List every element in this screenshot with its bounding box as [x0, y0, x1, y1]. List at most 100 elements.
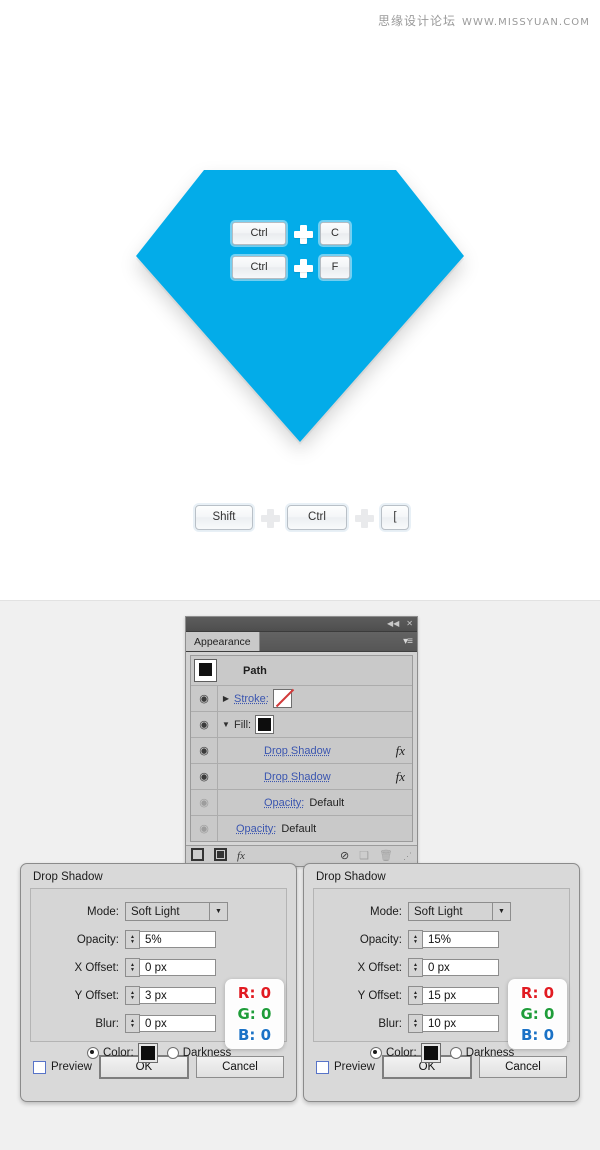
y-offset-stepper[interactable]: ▲ ▼ — [125, 986, 140, 1005]
color-radio[interactable] — [370, 1047, 382, 1059]
fill-label[interactable]: Fill: — [234, 719, 251, 731]
key-ctrl[interactable]: Ctrl — [287, 505, 347, 530]
appearance-row-drop-shadow-2[interactable]: ◉ Drop Shadow fx — [191, 764, 412, 790]
preview-checkbox[interactable] — [33, 1060, 46, 1074]
shadow-color-swatch[interactable] — [137, 1043, 158, 1063]
fx-icon[interactable]: fx — [396, 743, 412, 759]
collapse-triangle-icon[interactable]: ▼ — [218, 720, 234, 729]
appearance-row-opacity-1[interactable]: ◉ Opacity: Default — [191, 790, 412, 816]
drop-shadow-label[interactable]: Drop Shadow — [264, 745, 331, 757]
mode-select[interactable]: Soft Light ▼ — [125, 902, 228, 921]
plus-icon — [293, 258, 313, 278]
rgb-callout: R: 0 G: 0 B: 0 — [508, 979, 567, 1049]
opacity-label[interactable]: Opacity: — [236, 823, 276, 835]
watermark-url: WWW.MISSYUAN.COM — [462, 17, 590, 28]
visibility-eye-icon[interactable]: ◉ — [191, 816, 218, 841]
appearance-row-opacity-2[interactable]: ◉ Opacity: Default — [191, 816, 412, 841]
tab-appearance[interactable]: Appearance — [186, 632, 260, 651]
mode-label: Mode: — [87, 905, 119, 918]
shadow-color-swatch[interactable] — [420, 1043, 441, 1063]
diamond-svg — [136, 170, 464, 442]
chevron-down-icon[interactable]: ▼ — [492, 902, 511, 921]
rgb-callout: R: 0 G: 0 B: 0 — [225, 979, 284, 1049]
plus-icon — [293, 224, 313, 244]
mode-select[interactable]: Soft Light ▼ — [408, 902, 511, 921]
new-stroke-icon[interactable] — [191, 848, 204, 864]
color-radio[interactable] — [87, 1047, 99, 1059]
opacity-stepper[interactable]: ▲ ▼ — [125, 930, 140, 949]
key-bracket-left[interactable]: [ — [381, 505, 409, 530]
appearance-panel: ◀◀ ✕ Appearance ▾≡ Path ◉ ▶ Stroke: ◉ ▼ … — [185, 616, 418, 867]
path-label: Path — [243, 664, 267, 677]
mode-value: Soft Light — [414, 905, 463, 918]
opacity-value: Default — [281, 822, 317, 835]
panel-body: Path ◉ ▶ Stroke: ◉ ▼ Fill: ◉ Drop Shadow… — [186, 652, 417, 842]
collapse-icon[interactable]: ◀◀ — [387, 620, 399, 628]
key-f[interactable]: F — [320, 256, 350, 279]
fill-swatch-black-icon[interactable] — [255, 715, 275, 734]
rgb-green-value: G: 0 — [520, 1004, 556, 1024]
blur-input[interactable]: 10 px — [423, 1015, 499, 1032]
resize-grip-icon[interactable]: ⋰ — [403, 851, 412, 862]
x-offset-input[interactable]: 0 px — [423, 959, 499, 976]
delete-item-icon[interactable]: 🗑 — [379, 850, 393, 862]
darkness-radio[interactable] — [166, 1047, 179, 1059]
appearance-row-stroke[interactable]: ◉ ▶ Stroke: — [191, 686, 412, 712]
visibility-eye-icon[interactable]: ◉ — [191, 764, 218, 789]
expand-triangle-icon[interactable]: ▶ — [218, 694, 234, 703]
blur-stepper[interactable]: ▲ ▼ — [125, 1014, 140, 1033]
panel-menu-icon[interactable]: ▾≡ — [403, 636, 413, 647]
darkness-label: Darkness — [465, 1047, 515, 1059]
x-offset-label: X Offset: — [74, 961, 119, 974]
x-offset-label: X Offset: — [357, 961, 402, 974]
illustration-canvas: 思缘设计论坛 WWW.MISSYUAN.COM Ctrl C Ctrl F Shi… — [0, 0, 600, 601]
form-row-opacity: Opacity: ▲ ▼ 15% — [314, 930, 569, 949]
watermark-cn: 思缘设计论坛 — [378, 14, 457, 28]
key-c[interactable]: C — [320, 222, 350, 245]
visibility-eye-icon[interactable]: ◉ — [191, 686, 218, 711]
close-icon[interactable]: ✕ — [406, 620, 413, 628]
fx-icon[interactable]: fx — [396, 769, 412, 785]
new-fill-icon[interactable] — [214, 848, 227, 864]
diamond-shape — [128, 160, 472, 450]
y-offset-input[interactable]: 3 px — [140, 987, 216, 1004]
y-offset-stepper[interactable]: ▲ ▼ — [408, 986, 423, 1005]
visibility-eye-icon[interactable]: ◉ — [191, 738, 218, 763]
blur-stepper[interactable]: ▲ ▼ — [408, 1014, 423, 1033]
x-offset-stepper[interactable]: ▲ ▼ — [408, 958, 423, 977]
visibility-eye-icon[interactable]: ◉ — [191, 790, 218, 815]
diamond-illustration: Ctrl C Ctrl F — [128, 160, 472, 450]
form-row-mode: Mode: Soft Light ▼ — [31, 902, 286, 921]
mode-label: Mode: — [370, 905, 402, 918]
appearance-row-fill[interactable]: ◉ ▼ Fill: — [191, 712, 412, 738]
appearance-row-drop-shadow-1[interactable]: ◉ Drop Shadow fx — [191, 738, 412, 764]
appearance-row-path[interactable]: Path — [191, 656, 412, 686]
stroke-swatch-none-icon[interactable] — [272, 689, 292, 708]
key-shift[interactable]: Shift — [195, 505, 253, 530]
rgb-blue-value: B: 0 — [520, 1025, 555, 1045]
opacity-input[interactable]: 5% — [140, 931, 216, 948]
chevron-down-icon[interactable]: ▼ — [209, 902, 228, 921]
x-offset-stepper[interactable]: ▲ ▼ — [125, 958, 140, 977]
opacity-label[interactable]: Opacity: — [264, 797, 304, 809]
drop-shadow-label[interactable]: Drop Shadow — [264, 771, 331, 783]
visibility-eye-icon[interactable]: ◉ — [191, 712, 218, 737]
y-offset-input[interactable]: 15 px — [423, 987, 499, 1004]
panel-tabbar: Appearance ▾≡ — [186, 632, 417, 652]
opacity-stepper[interactable]: ▲ ▼ — [408, 930, 423, 949]
drop-shadow-dialog-left: Drop Shadow Mode: Soft Light ▼ Opacity: … — [20, 863, 297, 1102]
darkness-radio[interactable] — [449, 1047, 462, 1059]
stroke-label[interactable]: Stroke: — [234, 693, 269, 705]
key-ctrl[interactable]: Ctrl — [232, 256, 286, 279]
key-ctrl[interactable]: Ctrl — [232, 222, 286, 245]
add-effect-fx-icon[interactable]: fx — [237, 850, 245, 862]
duplicate-item-icon[interactable]: ❑ — [359, 850, 369, 862]
x-offset-input[interactable]: 0 px — [140, 959, 216, 976]
opacity-label: Opacity: — [359, 933, 402, 946]
y-offset-label: Y Offset: — [74, 989, 119, 1002]
form-row-x-offset: X Offset: ▲ ▼ 0 px — [314, 958, 569, 977]
blur-input[interactable]: 0 px — [140, 1015, 216, 1032]
clear-appearance-icon[interactable]: ⊘ — [340, 850, 349, 862]
preview-checkbox[interactable] — [316, 1060, 329, 1074]
opacity-input[interactable]: 15% — [423, 931, 499, 948]
